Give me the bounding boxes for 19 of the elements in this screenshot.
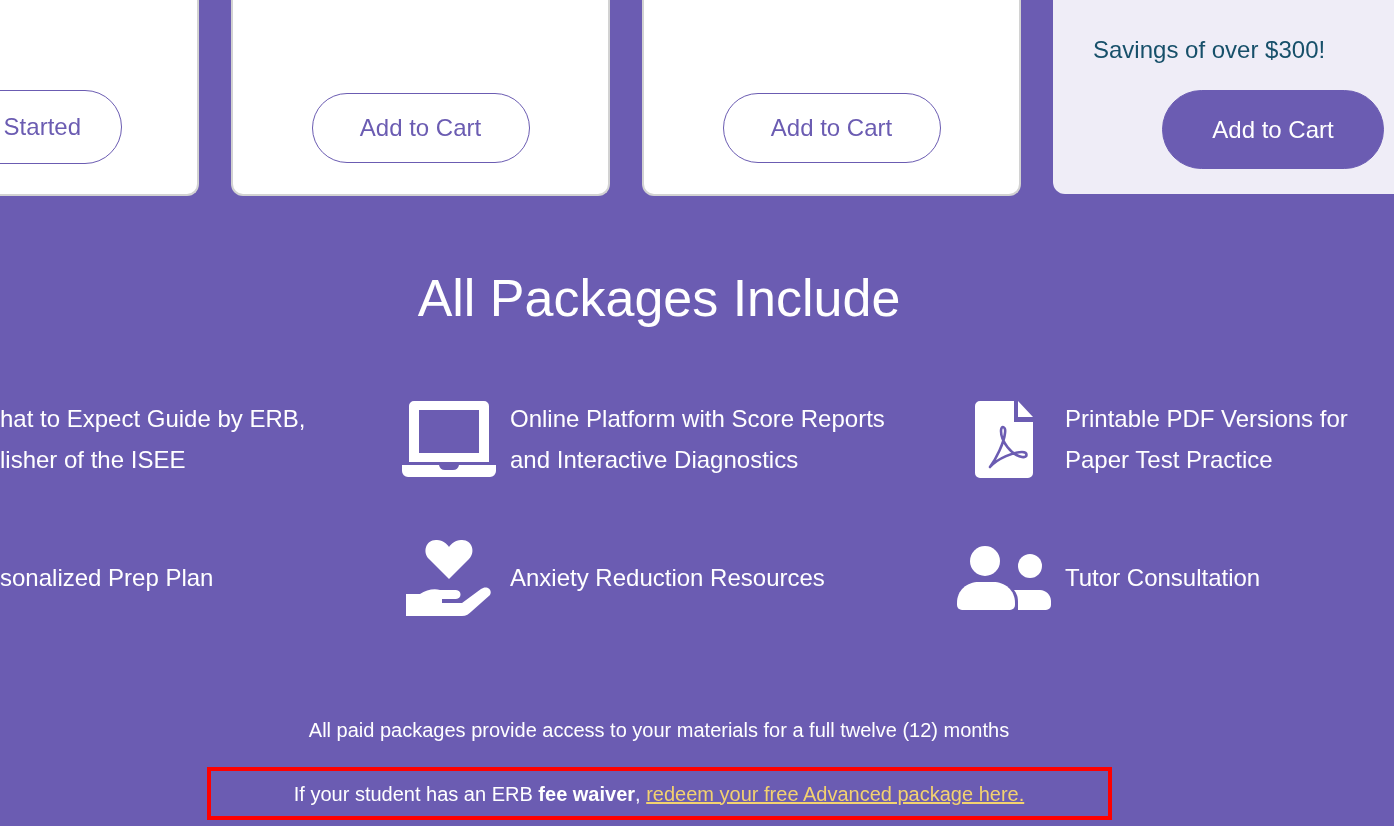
card-button[interactable]: Add to Cart — [722, 93, 941, 163]
feature-text: Anxiety Reduction Resources — [510, 563, 825, 593]
card-button[interactable]: Started — [0, 90, 122, 164]
pdf-file-icon — [975, 400, 1033, 478]
redeem-link[interactable]: redeem your free Advanced package here. — [646, 782, 1025, 805]
feature-text: Printable PDF Versions for Paper Test Practice — [1065, 404, 1348, 475]
card-button[interactable]: Add to Cart — [311, 93, 530, 163]
savings-note: Savings of over $300! — [1093, 35, 1326, 65]
feature-text: Tutor Consultation — [1065, 563, 1261, 593]
laptop-icon — [402, 401, 496, 477]
card-button[interactable]: Add to Cart — [1162, 90, 1384, 169]
access-note: All paid packages provide access to your materials for a full twelve (12) months — [307, 718, 1011, 743]
heart-in-hand-icon — [406, 539, 492, 616]
feature-text: Online Platform with Score Reports and Interactive Diagnostics — [510, 404, 885, 475]
people-icon — [957, 545, 1051, 610]
feature-text: sonalized Prep Plan — [0, 563, 214, 593]
feature-text: hat to Expect Guide by ERB, lisher of the ISEE — [0, 404, 306, 475]
fee-waiver-text: If your student has an ERB fee waiver, redeem your free Advanced package here. — [293, 781, 1025, 807]
section-heading: All Packages Include — [416, 268, 902, 329]
